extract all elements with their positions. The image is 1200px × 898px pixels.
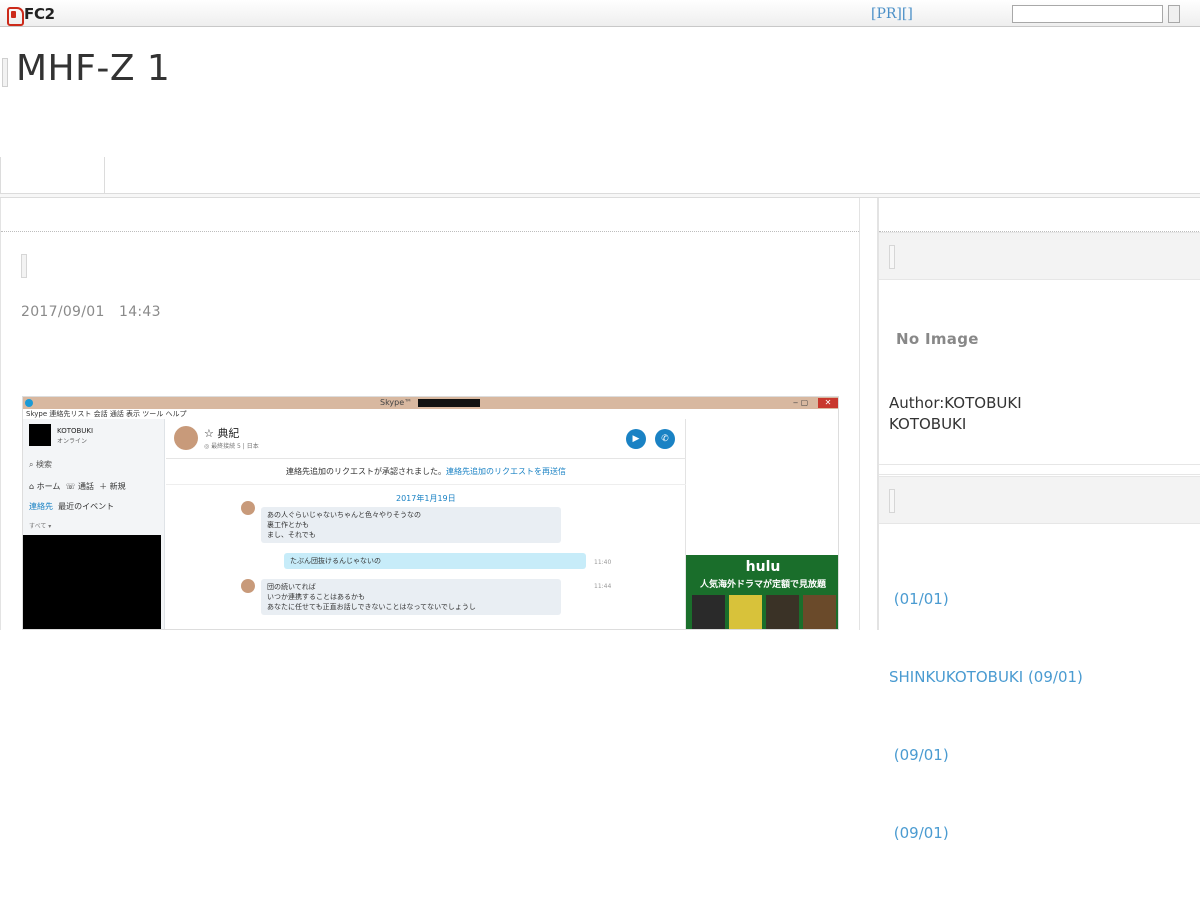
ad-poster	[692, 595, 725, 629]
author-description: KOTOBUKI	[889, 415, 967, 433]
chat-notice: 連絡先追加のリクエストが承認されました。連絡先追加のリクエストを再送信	[166, 459, 686, 485]
ad-poster	[766, 595, 799, 629]
plugin-title-decoration	[889, 489, 895, 513]
chat-date: 2017年1月19日	[396, 494, 456, 503]
ad-poster	[803, 595, 836, 629]
skype-sidebar: KOTOBUKI オンライン ⌕ 検索 ⌂ ホーム ☏ 通話 ＋ 新規 連絡先 …	[23, 419, 165, 629]
recent-entry-link[interactable]: (09/01)	[889, 820, 1083, 846]
message-avatar	[241, 501, 255, 515]
skype-nav: ⌂ ホーム ☏ 通話 ＋ 新規	[29, 482, 126, 491]
ad-poster	[729, 595, 762, 629]
contact-status: ◎ 最終接続 5 | 日本	[204, 443, 259, 450]
skype-tab-recent: 最近のイベント	[53, 502, 115, 511]
close-icon: ✕	[818, 398, 838, 408]
sidebar-top-box	[879, 198, 1200, 232]
fc2-logo-icon	[6, 6, 24, 26]
search-button[interactable]	[1168, 5, 1180, 23]
window-controls: ‒ ▢	[793, 398, 809, 407]
main-top-box	[1, 198, 859, 232]
profile-plugin-header	[879, 232, 1200, 280]
audio-call-icon: ✆	[655, 429, 675, 449]
fc2-logo-text: FC2	[24, 5, 55, 23]
entry-title-decoration	[21, 254, 27, 278]
skype-user-name: KOTOBUKI	[57, 427, 94, 435]
redacted-bar	[418, 399, 480, 407]
video-call-icon: ▶	[626, 429, 646, 449]
avatar	[29, 424, 51, 446]
chat-notice-text: 連絡先追加のリクエストが承認されました。	[286, 467, 446, 476]
hulu-logo: hulu	[745, 559, 781, 575]
contact-name: ☆ 典紀	[204, 427, 240, 440]
chat-header: ☆ 典紀 ◎ 最終接続 5 | 日本 ▶ ✆	[166, 419, 686, 459]
profile-image: No Image	[896, 330, 979, 348]
column-gutter	[860, 198, 878, 630]
search-input[interactable]	[1012, 5, 1163, 23]
chat-notice-link: 連絡先追加のリクエストを再送信	[446, 467, 566, 476]
blog-title[interactable]: MHF-Z 1	[16, 48, 170, 89]
sidebar: No Image Author:KOTOBUKI KOTOBUKI (01/01…	[878, 198, 1200, 842]
skype-user-status: オンライン	[57, 438, 88, 445]
skype-window-title: Skype™	[380, 398, 413, 407]
pr-link[interactable]: [PR][]	[871, 6, 913, 22]
nav-menu-item[interactable]	[0, 157, 105, 194]
chat-message-own: たぶん団抜けるんじゃないの	[284, 553, 586, 569]
skype-logo-icon	[25, 399, 33, 407]
chat-message: あの人ぐらいじゃないちゃんと色々やりそうなの 裏工作とかも まし、それでも	[261, 507, 561, 543]
hulu-tagline: 人気海外ドラマが定額で見放題	[699, 580, 826, 590]
recent-entries-list: (01/01) SHINKUKOTOBUKI (09/01) (09/01) (…	[889, 534, 1083, 898]
fc2-toolbar: FC2 [PR][]	[0, 0, 1200, 27]
skype-chat: ☆ 典紀 ◎ 最終接続 5 | 日本 ▶ ✆ 連絡先追加のリクエストが承認されま…	[166, 419, 686, 629]
profile-plugin-footer	[879, 464, 1200, 475]
plugin-title-decoration	[889, 245, 895, 269]
title-decoration	[2, 58, 8, 87]
hulu-ad: hulu 人気海外ドラマが定額で見放題	[686, 555, 838, 629]
message-time: 11:44	[594, 583, 612, 590]
entry-image[interactable]: Skype™ ‒ ▢ ✕ Skype 連絡先リスト 会話 通話 表示 ツール ヘ…	[22, 396, 839, 630]
fc2-logo[interactable]: FC2	[6, 4, 55, 26]
entry-date: 2017/09/01 14:43	[21, 304, 161, 320]
chat-message: 団の続いてれば いつか連携することはあるかも あなたに任せても正直お話しできない…	[261, 579, 561, 615]
entries-plugin-header	[879, 476, 1200, 524]
contact-avatar	[174, 426, 198, 450]
skype-titlebar: Skype™ ‒ ▢ ✕	[23, 397, 838, 409]
author-name: Author:KOTOBUKI	[889, 394, 1022, 412]
recent-entry-link[interactable]: SHINKUKOTOBUKI (09/01)	[889, 664, 1083, 690]
message-avatar	[241, 579, 255, 593]
redacted-contacts	[23, 535, 161, 629]
recent-entry-link[interactable]: (09/01)	[889, 742, 1083, 768]
skype-tabs: 連絡先 最近のイベント	[29, 501, 114, 512]
message-time: 11:40	[594, 559, 612, 566]
skype-menu: Skype 連絡先リスト 会話 通話 表示 ツール ヘルプ	[23, 409, 838, 419]
skype-search: ⌕ 検索	[29, 460, 53, 469]
recent-entry-link[interactable]: (01/01)	[889, 586, 1083, 612]
skype-filter: すべて ▾	[29, 523, 52, 530]
skype-tab-contacts: 連絡先	[29, 502, 53, 511]
profile-author: Author:KOTOBUKI KOTOBUKI	[889, 393, 1022, 435]
